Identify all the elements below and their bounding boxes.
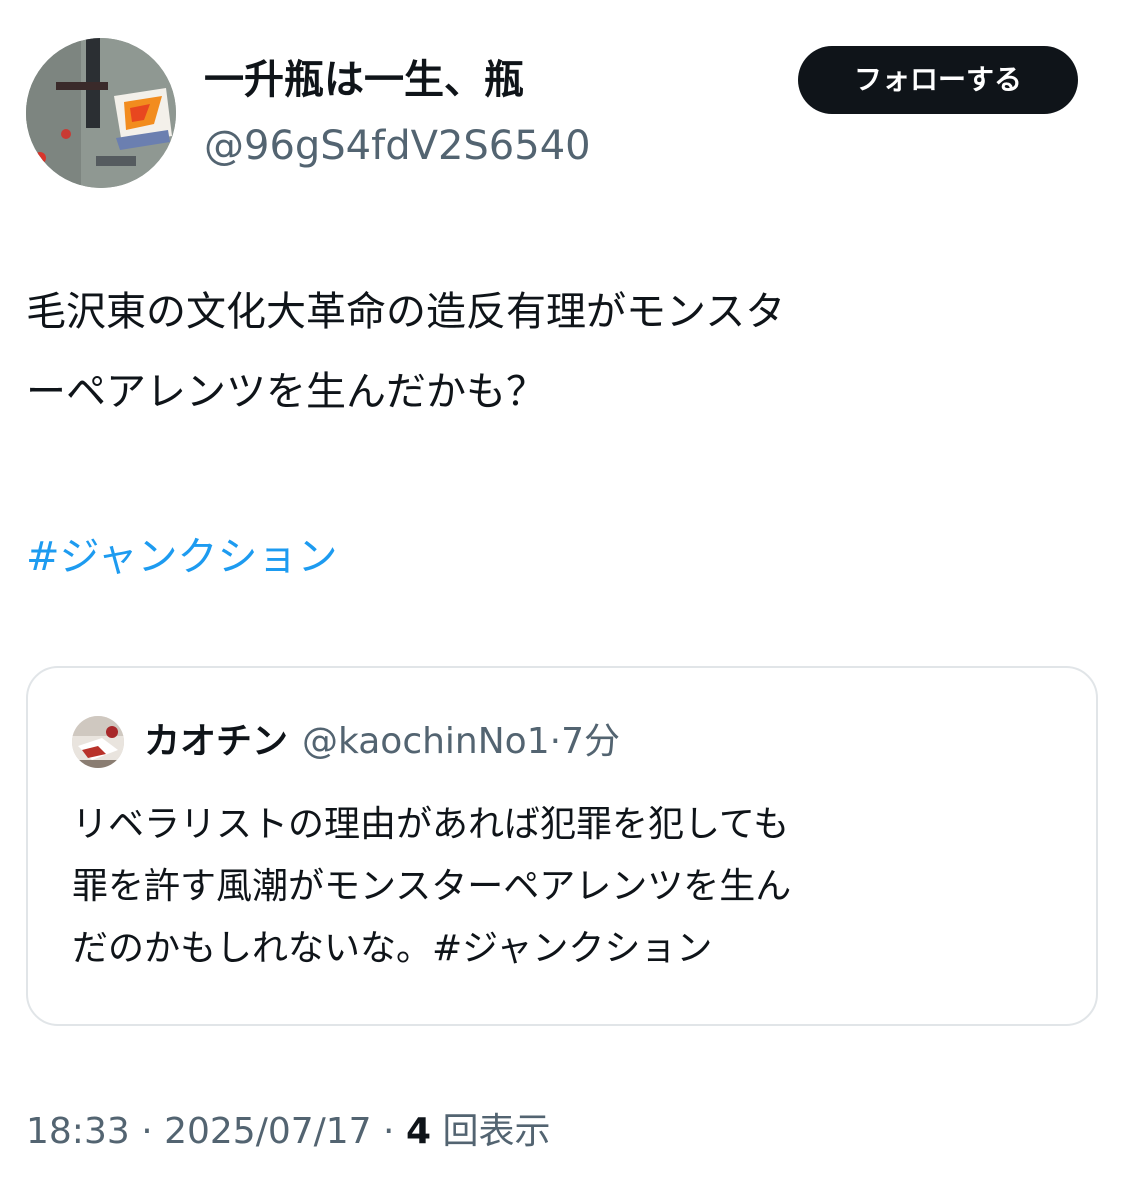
views-count: 4 (405, 1111, 431, 1152)
tweet-page: 一升瓶は一生、瓶 @96gS4fdV2S6540 フォローする 毛沢東の文化大革… (0, 0, 1127, 1200)
quoted-hashtag: #ジャンクション (432, 928, 713, 969)
author-avatar[interactable] (26, 38, 176, 188)
quoted-text-line-2: 罪を許す風潮がモンスターペアレンツを生ん (72, 866, 792, 907)
quoted-text-line-1: リベラリストの理由があれば犯罪を犯しても (72, 804, 790, 845)
meta-separator: · (129, 1111, 165, 1152)
quoted-tweet-card[interactable]: カオチン @kaochinNo1·7分 リベラリストの理由があれば犯罪を犯しても … (26, 666, 1098, 1026)
quoted-author-avatar[interactable] (72, 716, 124, 768)
tweet-text: 毛沢東の文化大革命の造反有理がモンスタ ーペアレンツを生んだかも？ (26, 289, 786, 415)
tweet-metadata: 18:33 · 2025/07/17 · 4 回表示 (26, 1102, 550, 1162)
author-handle[interactable]: @96gS4fdV2S6540 (204, 118, 591, 174)
meta-separator: · (371, 1111, 406, 1152)
quoted-text-line-3: だのかもしれないな。 (72, 928, 433, 969)
abstract-painting-avatar-icon (26, 38, 176, 188)
quoted-timestamp[interactable]: 7分 (561, 721, 620, 762)
quoted-handle[interactable]: @kaochinNo1 (302, 721, 550, 762)
tweet-date[interactable]: 2025/07/17 (164, 1111, 372, 1152)
tweet-hashtag-link[interactable]: #ジャンクション (26, 522, 338, 592)
views-label: 回表示 (431, 1111, 551, 1152)
author-display-name[interactable]: 一升瓶は一生、瓶 (204, 52, 524, 108)
quoted-tweet-header: カオチン @kaochinNo1·7分 (144, 712, 620, 772)
quoted-separator: · (549, 721, 562, 762)
quoted-tweet-text: リベラリストの理由があれば犯罪を犯しても 罪を許す風潮がモンスターペアレンツを生… (72, 794, 1072, 980)
tweet-time[interactable]: 18:33 (26, 1111, 130, 1152)
quoted-display-name[interactable]: カオチン (144, 721, 288, 762)
photo-avatar-icon (72, 716, 124, 768)
follow-button[interactable]: フォローする (798, 46, 1078, 114)
